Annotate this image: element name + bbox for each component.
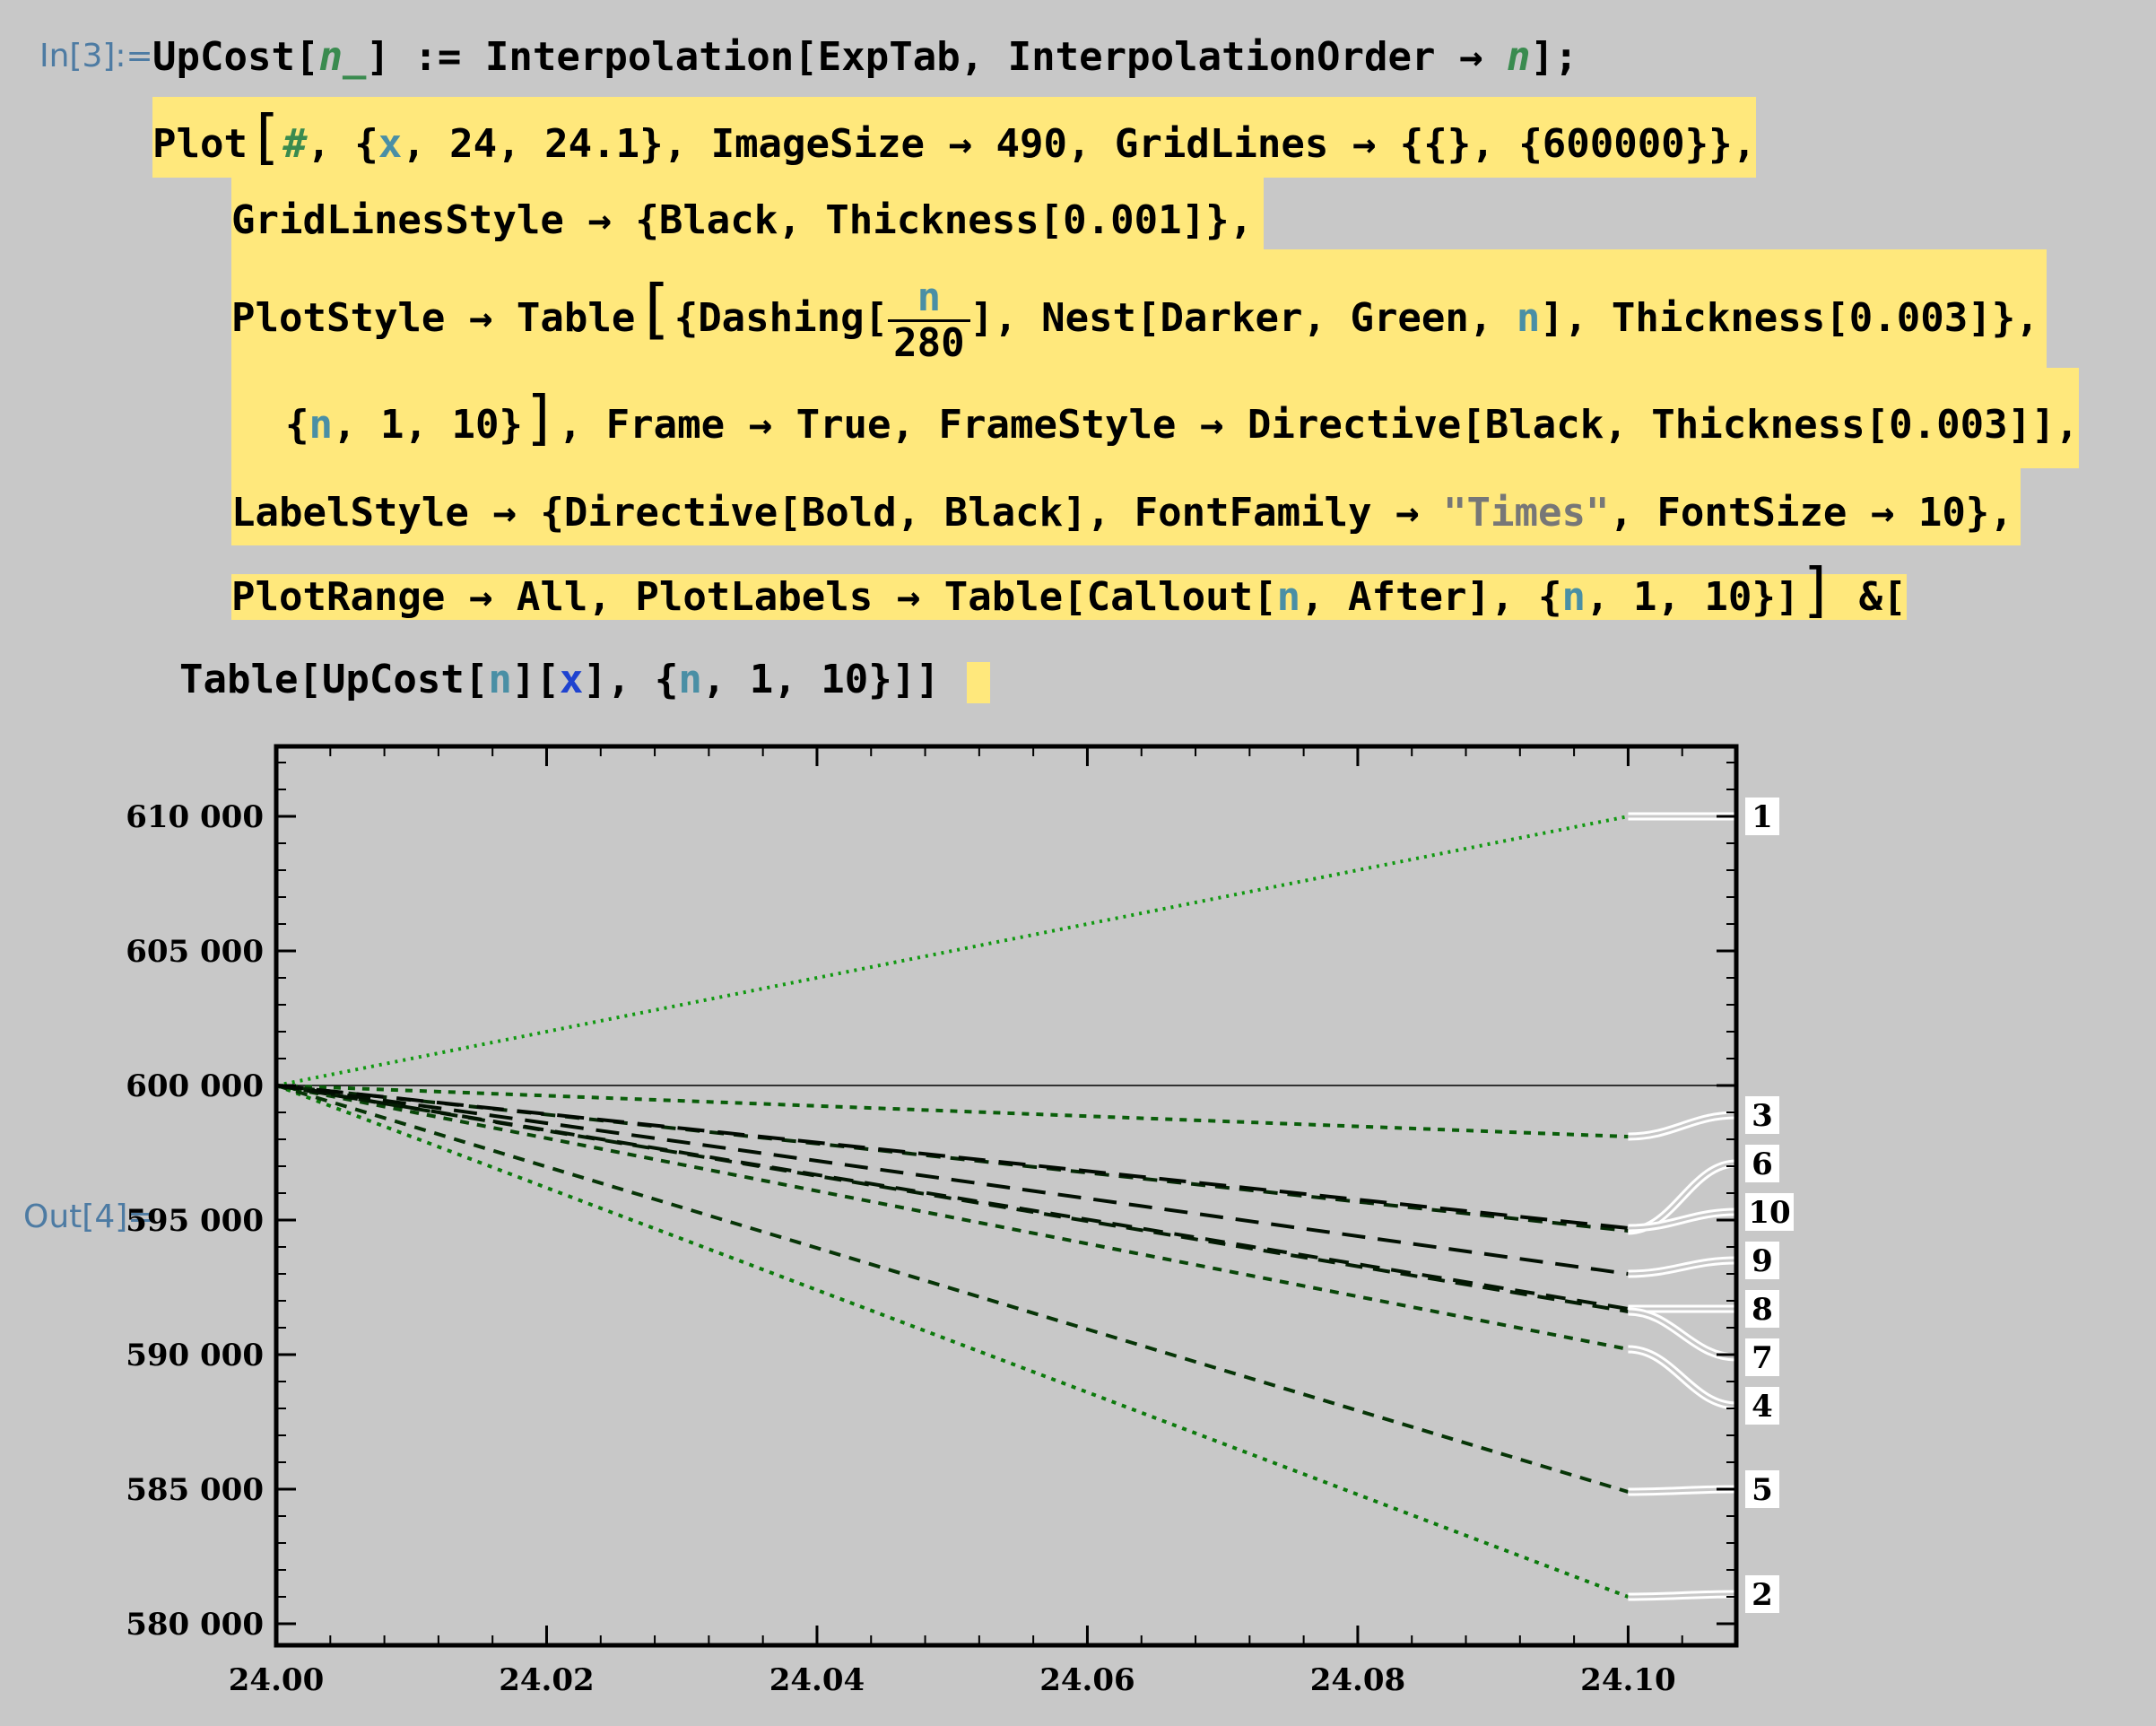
code-token: UpCost[ (152, 34, 319, 80)
callout-label-4: 4 (1752, 1389, 1773, 1425)
series-line-3 (275, 1084, 1629, 1138)
code-token: , 24, 24.1}, ImageSize → 490, GridLines … (402, 121, 1757, 167)
bracket-close: ] (1799, 555, 1836, 624)
callout-label-3: 3 (1752, 1098, 1773, 1134)
code-token-variable: n (1516, 295, 1541, 341)
y-tick-label: 590 000 (126, 1338, 264, 1373)
y-tick-label: 585 000 (126, 1472, 264, 1508)
code-token: &[ (1835, 574, 1907, 620)
callout-label-6: 6 (1752, 1146, 1773, 1182)
plot-output[interactable]: 1 3 6 10 9 8 7 4 5 2 580 000 585 000 590 000 595 000… (0, 718, 2156, 1726)
bracket-open: [ (635, 271, 674, 346)
code-token-variable: n (1506, 34, 1531, 80)
code-token: , 1, 10} (333, 402, 523, 448)
series-line-8 (275, 1084, 1629, 1311)
code-token-variable: n (488, 657, 512, 702)
code-token: , 1, 10}] (1585, 574, 1800, 620)
code-token: Table[UpCost[ (179, 657, 489, 702)
callout-label-7: 7 (1752, 1340, 1773, 1376)
fraction-numerator: n (888, 275, 970, 322)
frame-rect (274, 744, 1739, 1648)
x-tick-label: 24.08 (1310, 1662, 1405, 1698)
code-token: ], { (583, 657, 679, 702)
code-token: ] := Interpolation[ExpTab, Interpolation… (366, 34, 1507, 80)
code-token-variable: n (1276, 574, 1301, 620)
code-line-5[interactable]: {n, 1, 10}], Frame → True, FrameStyle → … (285, 368, 2080, 468)
callout-label-9: 9 (1752, 1243, 1773, 1279)
tick-group: 580 000 585 000 590 000 595 000 600 000 605 0… (126, 746, 1737, 1698)
code-line-7-highlight: PlotRange → All, PlotLabels → Table[Call… (231, 555, 1907, 624)
code-token: ][ (511, 657, 560, 702)
code-token-variable: n (309, 402, 334, 448)
code-token: , { (307, 121, 378, 167)
x-tick-label: 24.02 (499, 1662, 594, 1698)
code-token: Plot (152, 121, 248, 167)
code-token: {Dashing[ (674, 295, 889, 341)
code-line-2[interactable]: Plot[#, {x, 24, 24.1}, ImageSize → 490, … (152, 97, 1757, 178)
callout-label-2: 2 (1752, 1577, 1773, 1613)
code-token-variable: n (1561, 574, 1586, 620)
code-token-slot: # (283, 121, 308, 167)
callout-label-5: 5 (1752, 1472, 1773, 1508)
code-token: ], Nest[Darker, Green, (969, 295, 1517, 341)
bracket-close: ] (522, 383, 559, 452)
code-token: LabelStyle → {Directive[Bold, Black], Fo… (231, 490, 1444, 536)
input-cell-label: In[3]:= (39, 38, 153, 74)
code-token: , 1, 10}]] (701, 657, 940, 702)
code-token: PlotStyle → Table (231, 295, 636, 341)
code-line-4[interactable]: PlotStyle → Table[{Dashing[n 280], Nest[D… (231, 249, 2047, 368)
code-token: , FontSize → 10}, (1609, 490, 2013, 536)
code-token-string: "Times" (1443, 490, 1610, 536)
fraction: n 280 (888, 275, 970, 366)
series-line-5 (275, 1084, 1629, 1494)
code-token: ]; (1530, 34, 1578, 80)
code-token-variable: x (559, 657, 584, 702)
series-line-9 (275, 1084, 1629, 1276)
callouts-group: 1 3 6 10 9 8 7 4 5 2 (1628, 798, 1794, 1613)
code-token: PlotRange → All, PlotLabels → Table[Call… (231, 574, 1277, 620)
code-token: GridLinesStyle → {Black, Thickness[0.001… (231, 197, 1254, 243)
y-tick-label: 605 000 (126, 934, 264, 970)
y-tick-label: 595 000 (126, 1203, 264, 1239)
series-line-2 (275, 1084, 1630, 1599)
plot-frame (274, 744, 1739, 1648)
code-token-variable: x (378, 121, 403, 167)
code-line-7[interactable]: PlotRange → All, PlotLabels → Table[Call… (231, 545, 1907, 635)
code-token: ], Thickness[0.003]}, (1540, 295, 2039, 341)
code-line-8[interactable]: Table[UpCost[n][x], {n, 1, 10}]] (179, 642, 940, 718)
fraction-denominator: 280 (893, 319, 965, 366)
series-line-4 (275, 1084, 1629, 1351)
code-token: , After], { (1300, 574, 1562, 620)
y-tick-label: 610 000 (126, 799, 264, 835)
bracket-open: [ (247, 102, 283, 171)
code-line-6[interactable]: LabelStyle → {Directive[Bold, Black], Fo… (231, 468, 2021, 545)
x-tick-label: 24.00 (229, 1662, 324, 1698)
callout-label-8: 8 (1752, 1292, 1773, 1328)
y-tick-label: 600 000 (126, 1068, 264, 1104)
x-tick-label: 24.04 (769, 1662, 865, 1698)
y-tick-label: 580 000 (126, 1607, 264, 1643)
code-token: { (285, 402, 309, 448)
code-token-pattern: n_ (318, 34, 367, 80)
series-group (275, 815, 1630, 1599)
x-tick-label: 24.06 (1039, 1662, 1135, 1698)
cursor-highlight (967, 662, 990, 703)
callout-label-1: 1 (1752, 799, 1773, 835)
series-line-1 (275, 815, 1629, 1087)
code-line-1[interactable]: UpCost[n_] := Interpolation[ExpTab, Inte… (152, 20, 1578, 95)
callout-label-10: 10 (1748, 1195, 1790, 1231)
highlight-strip (231, 368, 285, 468)
code-token-variable: n (678, 657, 702, 702)
code-token: , Frame → True, FrameStyle → Directive[B… (558, 402, 2080, 448)
x-tick-label: 24.10 (1580, 1662, 1675, 1698)
code-line-3[interactable]: GridLinesStyle → {Black, Thickness[0.001… (231, 178, 1265, 253)
